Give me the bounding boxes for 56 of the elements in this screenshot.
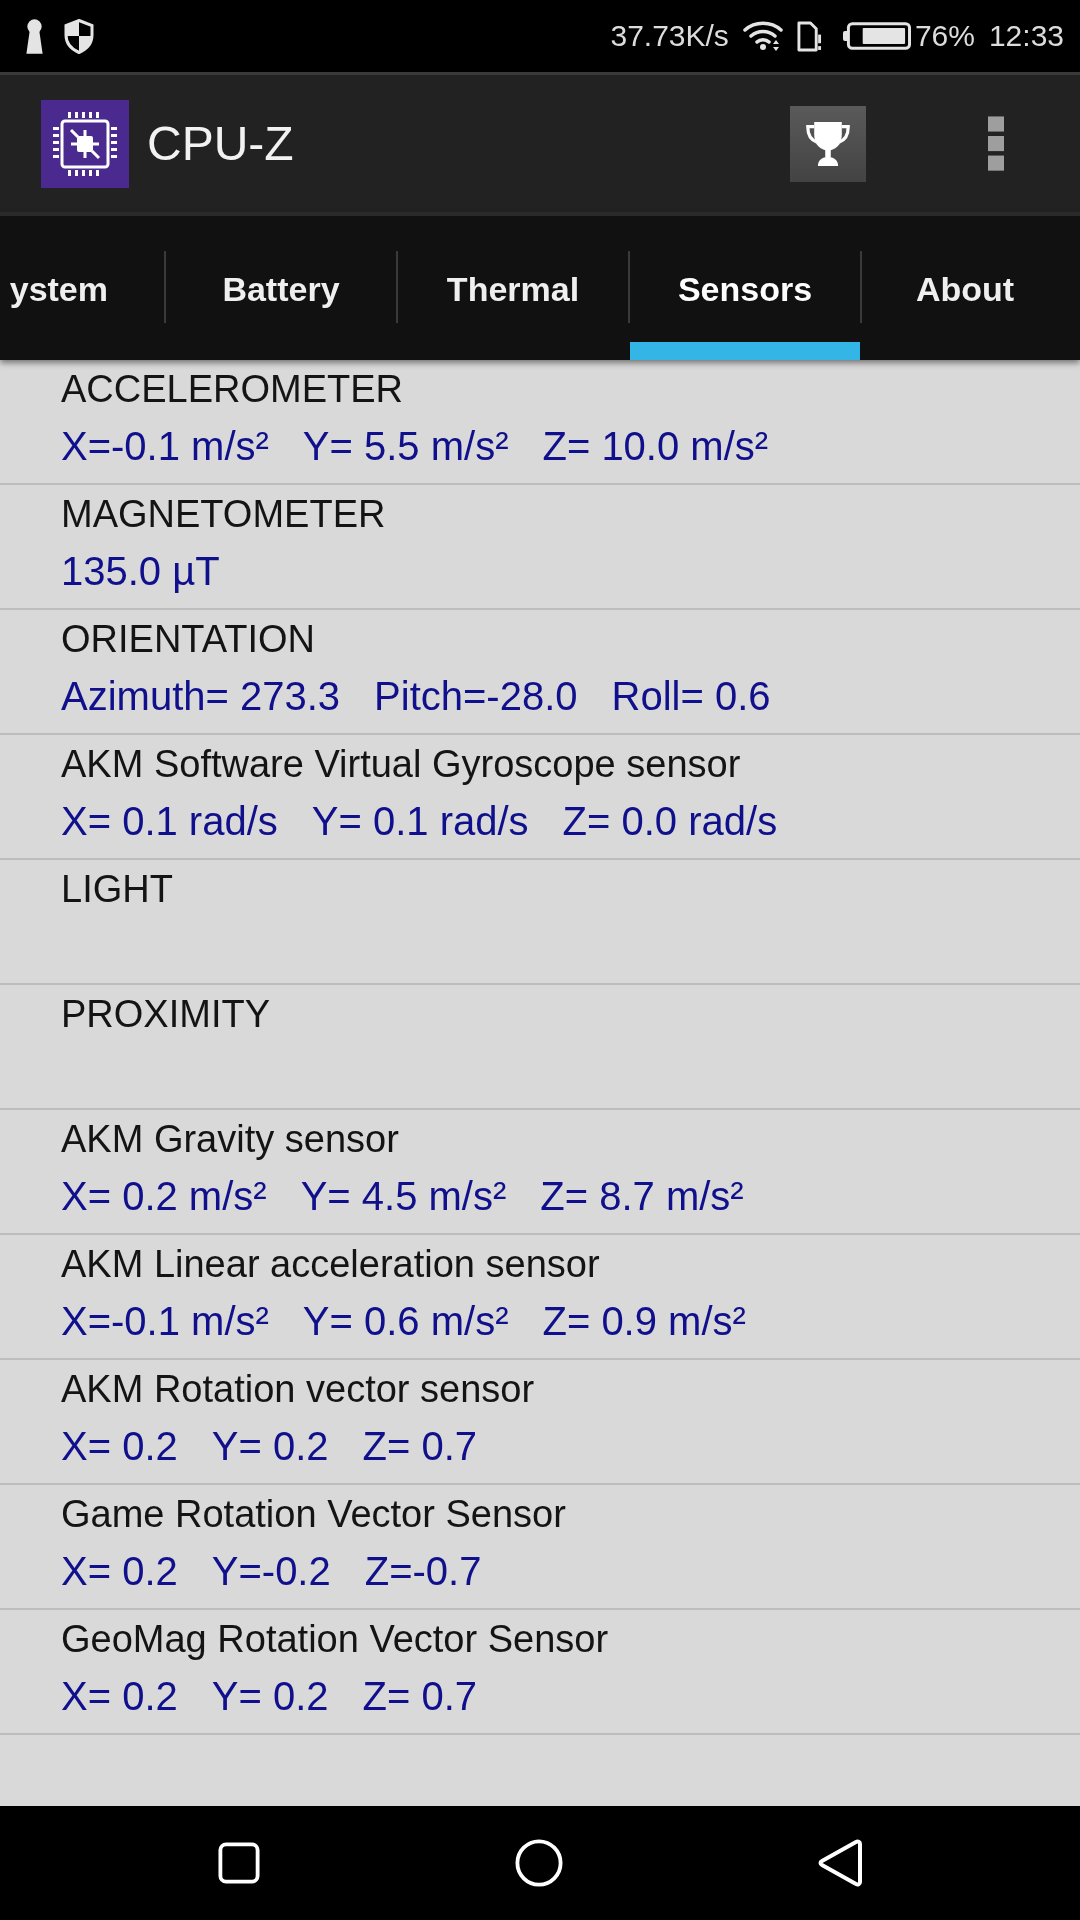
sensor-value: Y= 0.2 <box>211 1423 329 1470</box>
sensor-name: MAGNETOMETER <box>61 492 386 537</box>
sensor-name: Game Rotation Vector Sensor <box>61 1492 566 1537</box>
network-speed: 37.73K/s <box>610 18 729 54</box>
app-title: CPU-Z <box>147 115 294 172</box>
sensor-value: Y=-0.2 <box>211 1548 331 1595</box>
sensor-value: Y= 0.2 <box>211 1673 329 1720</box>
sensor-name: PROXIMITY <box>61 992 271 1037</box>
sensor-value: X= 0.2 <box>61 1423 178 1470</box>
sensor-value: Roll= 0.6 <box>611 673 771 720</box>
sensor-name: LIGHT <box>61 867 173 912</box>
sensor-value: Z= 0.0 rad/s <box>562 798 778 845</box>
tab[interactable]: ystem <box>0 216 164 360</box>
sensor-name: AKM Rotation vector sensor <box>61 1367 535 1412</box>
sensor-name: AKM Linear acceleration sensor <box>61 1242 600 1287</box>
sensor-value: Pitch=-28.0 <box>374 673 578 720</box>
sensor-value: X= 0.2 m/s² <box>61 1173 267 1220</box>
sensor-name: ACCELEROMETER <box>61 367 404 412</box>
wifi-icon <box>742 20 783 52</box>
sensor-name: ORIENTATION <box>61 617 316 662</box>
tab[interactable]: Battery <box>166 216 396 360</box>
sensor-value: X= 0.2 <box>61 1673 178 1720</box>
tab[interactable]: About <box>862 216 1080 360</box>
sensor-value: Z= 0.9 m/s² <box>542 1298 746 1345</box>
overflow-menu-icon[interactable] <box>988 114 1004 173</box>
sensor-value: Z= 10.0 m/s² <box>542 423 769 470</box>
circle-icon[interactable] <box>515 1839 563 1887</box>
sensor-name: AKM Software Virtual Gyroscope sensor <box>61 742 741 787</box>
keyhole-icon <box>24 18 45 54</box>
sensor-value: Azimuth= 273.3 <box>61 673 341 720</box>
trophy-icon <box>805 119 851 168</box>
sensor-value: X= 0.1 rad/s <box>61 798 278 845</box>
tab[interactable]: Thermal <box>398 216 628 360</box>
sensor-value: X= 0.2 <box>61 1548 178 1595</box>
sensor-value: Z= 8.7 m/s² <box>540 1173 744 1220</box>
sensor-value: Z= 0.7 <box>362 1673 478 1720</box>
trophy-button[interactable] <box>790 105 866 182</box>
triangle-icon[interactable] <box>818 1839 862 1887</box>
sensor-value: Z=-0.7 <box>364 1548 482 1595</box>
square-icon[interactable] <box>218 1842 260 1884</box>
battery-percentage: 76% <box>914 18 975 54</box>
battery-icon <box>841 22 911 50</box>
sensor-value: X=-0.1 m/s² <box>61 423 269 470</box>
sensor-name: GeoMag Rotation Vector Sensor <box>61 1617 609 1662</box>
shield-icon <box>64 18 94 54</box>
sensor-value: 135.0 µT <box>61 548 220 595</box>
sensor-value: Y= 0.6 m/s² <box>302 1298 509 1345</box>
sensor-value: X=-0.1 m/s² <box>61 1298 269 1345</box>
sensor-value: Z= 0.7 <box>362 1423 478 1470</box>
clock: 12:33 <box>988 18 1064 54</box>
sensor-name: AKM Gravity sensor <box>61 1117 399 1162</box>
sensor-value: Y= 0.1 rad/s <box>311 798 529 845</box>
sensor-value: Y= 4.5 m/s² <box>300 1173 507 1220</box>
sensor-value: Y= 5.5 m/s² <box>302 423 509 470</box>
cpu-chip-icon <box>41 99 129 188</box>
sim-card-icon <box>796 20 822 52</box>
